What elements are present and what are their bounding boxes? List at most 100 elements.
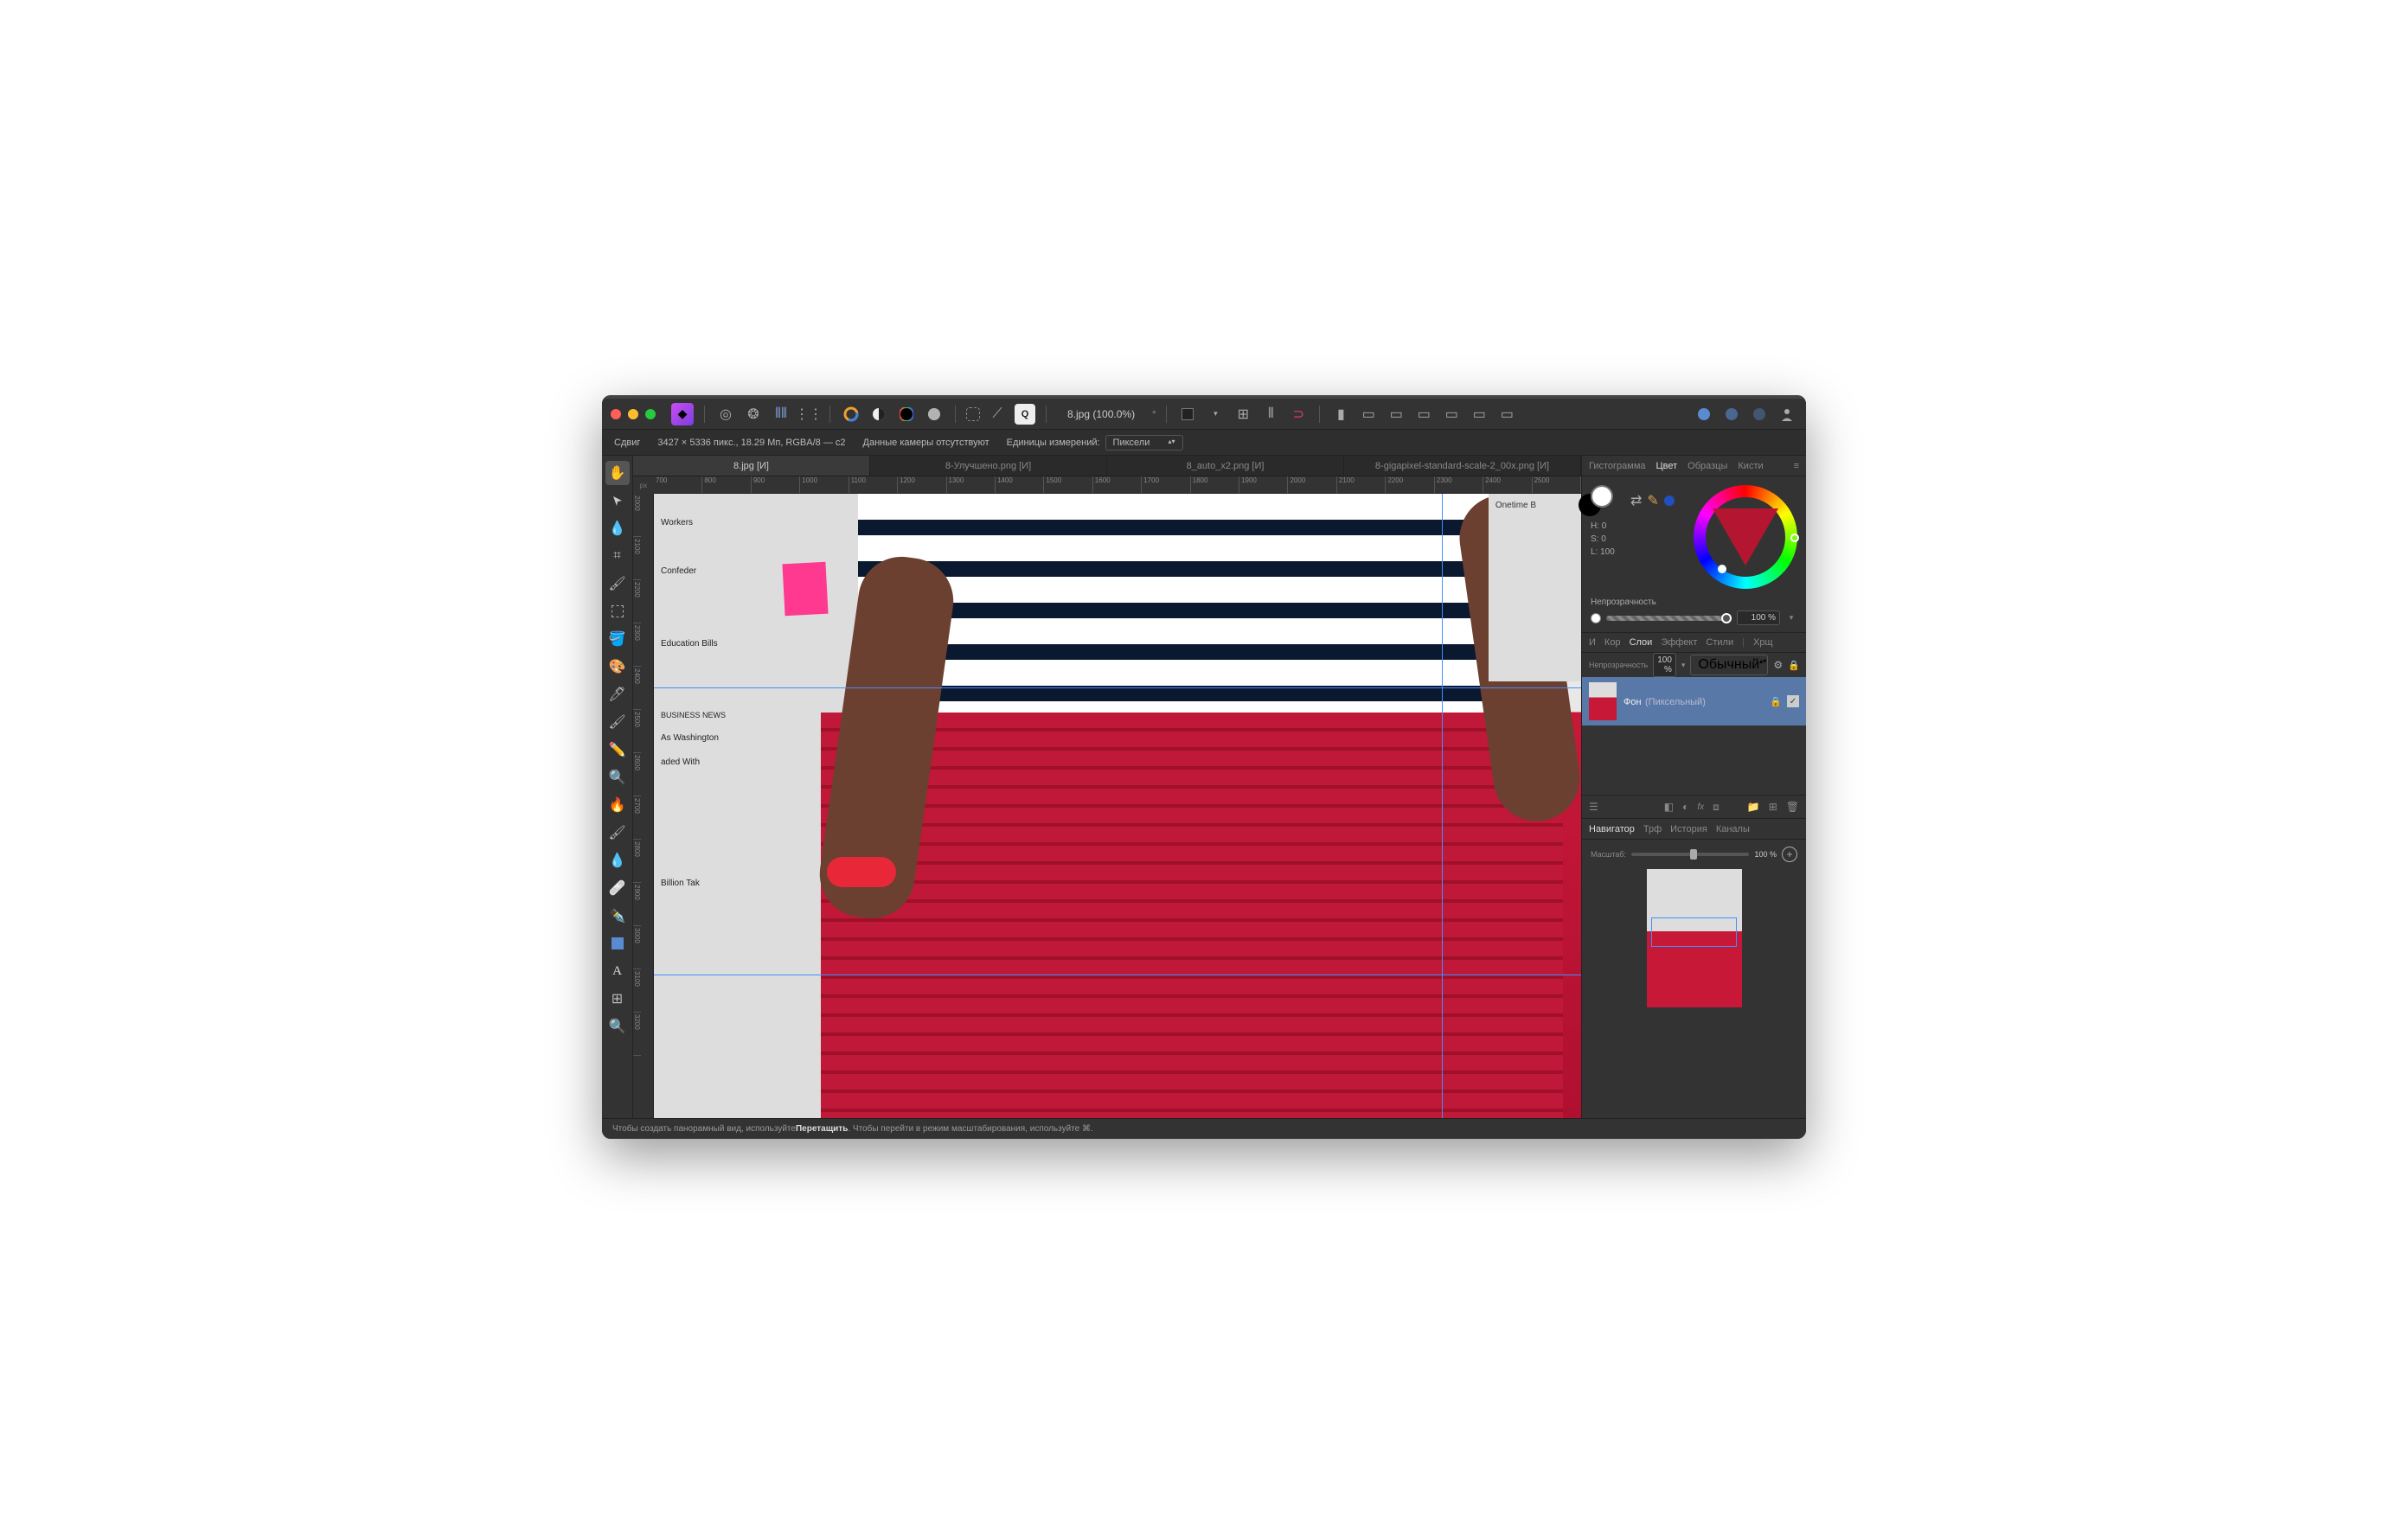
navigator-thumbnail[interactable]: [1647, 869, 1742, 1007]
color-picker-tool[interactable]: 💧: [605, 516, 630, 540]
tab-histogram[interactable]: Гистограмма: [1589, 461, 1646, 471]
tab-color[interactable]: Цвет: [1656, 461, 1678, 471]
tab-channels[interactable]: Каналы: [1716, 824, 1750, 834]
tab-styles[interactable]: Стили: [1706, 637, 1733, 648]
tab-brushes[interactable]: Кисти: [1738, 461, 1763, 471]
doc-tab-1[interactable]: 8-Улучшено.png [И]: [870, 456, 1107, 476]
folder-icon[interactable]: 📁: [1747, 801, 1760, 813]
layer-visible-checkbox[interactable]: ✓: [1787, 695, 1799, 707]
arrange-6-icon[interactable]: ▭: [1496, 404, 1517, 425]
add-layer-icon[interactable]: ⊞: [1769, 801, 1777, 813]
arrange-3-icon[interactable]: ▭: [1413, 404, 1434, 425]
crop-layer-icon[interactable]: ⧈: [1713, 801, 1720, 814]
layer-opacity-value[interactable]: 100 %: [1653, 653, 1676, 677]
tab-cor[interactable]: Кор: [1604, 637, 1621, 648]
persona-liquify-icon[interactable]: ❂: [743, 404, 764, 425]
arrange-4-icon[interactable]: ▭: [1441, 404, 1462, 425]
swap-colors-icon[interactable]: ⇄: [1630, 492, 1642, 509]
selection-marquee-icon[interactable]: [966, 407, 980, 421]
hand-tool[interactable]: ✋: [605, 461, 630, 485]
persona-develop-icon[interactable]: ⦀⦀: [771, 404, 791, 425]
account-icon[interactable]: [1777, 404, 1797, 425]
adjustment-color-icon[interactable]: [896, 404, 917, 425]
minimize-window[interactable]: [628, 409, 638, 419]
assist-2-icon[interactable]: [1721, 404, 1742, 425]
ruler-horizontal[interactable]: 7008009001000110012001300140015001600170…: [654, 476, 1581, 494]
delete-layer-icon[interactable]: 🗑: [1786, 801, 1799, 813]
ruler-unit[interactable]: px: [633, 476, 654, 494]
ruler-vertical[interactable]: 2000210022002300240025002600270028002900…: [633, 494, 654, 1118]
opacity-value[interactable]: 100 %: [1737, 610, 1780, 625]
layer-group-icon[interactable]: ☰: [1589, 801, 1598, 813]
arrange-1-icon[interactable]: ▭: [1358, 404, 1379, 425]
guides-icon[interactable]: ⫴: [1260, 404, 1281, 425]
tab-effects[interactable]: Эффект: [1661, 637, 1697, 648]
text-tool[interactable]: A: [605, 959, 630, 983]
gradient-tool[interactable]: 🎨: [605, 655, 630, 679]
crop-tool[interactable]: ⌗: [605, 544, 630, 568]
adjustment-bw-icon[interactable]: [868, 404, 889, 425]
eyedropper-icon[interactable]: ✎: [1647, 492, 1658, 509]
arrange-5-icon[interactable]: ▭: [1469, 404, 1489, 425]
shape-tool[interactable]: [605, 931, 630, 956]
selection-tool[interactable]: [605, 599, 630, 623]
tab-swatches[interactable]: Образцы: [1688, 461, 1727, 471]
assist-1-icon[interactable]: [1694, 404, 1714, 425]
adjust-icon[interactable]: ◐: [1682, 801, 1688, 813]
tab-navigator[interactable]: Навигатор: [1589, 824, 1635, 834]
clone-tool[interactable]: 🔍: [605, 765, 630, 789]
dodge-tool[interactable]: 🔥: [605, 793, 630, 817]
blend-mode-select[interactable]: Обычный▴▾: [1690, 655, 1768, 675]
brush-tool[interactable]: 🖌: [605, 572, 630, 596]
canvas[interactable]: WorkersConfederEducation BillsBUSINESS N…: [654, 494, 1581, 1118]
tab-i[interactable]: И: [1589, 637, 1596, 648]
doc-tab-0[interactable]: 8.jpg [И]: [633, 456, 870, 476]
fg-color-swatch[interactable]: [1591, 485, 1613, 508]
eraser-tool[interactable]: ✏️: [605, 738, 630, 762]
pen-tool[interactable]: ✒️: [605, 904, 630, 928]
close-window[interactable]: [611, 409, 621, 419]
panel-menu-icon[interactable]: ≡: [1794, 461, 1799, 471]
mask-icon[interactable]: ◧: [1664, 801, 1674, 813]
view-bg-icon[interactable]: [1177, 404, 1198, 425]
tab-layers[interactable]: Слои: [1630, 637, 1653, 648]
color-wheel[interactable]: [1694, 485, 1797, 589]
zoom-tool[interactable]: 🔍: [605, 1014, 630, 1039]
adjustment-soft-icon[interactable]: [924, 404, 945, 425]
pencil-tool[interactable]: 🖊: [605, 682, 630, 706]
healing-tool[interactable]: 🩹: [605, 876, 630, 900]
move-tool[interactable]: [605, 489, 630, 513]
layer-row[interactable]: Фон (Пиксельный) 🔒 ✓: [1582, 677, 1806, 725]
recent-color[interactable]: [1664, 495, 1675, 506]
opacity-dd[interactable]: ▾: [1785, 613, 1797, 623]
tab-transform[interactable]: Трф: [1643, 824, 1662, 834]
maximize-window[interactable]: [645, 409, 656, 419]
doc-tab-2[interactable]: 8_auto_x2.png [И]: [1107, 456, 1344, 476]
layer-settings-icon[interactable]: ⚙: [1773, 659, 1783, 671]
nav-zoom-slider[interactable]: [1631, 853, 1749, 856]
assist-3-icon[interactable]: [1749, 404, 1770, 425]
sponge-tool[interactable]: 🖌: [605, 821, 630, 845]
doc-tab-3[interactable]: 8-gigapixel-standard-scale-2_00x.png [И]: [1344, 456, 1581, 476]
view-bg-dd[interactable]: ▾: [1205, 404, 1226, 425]
zoom-in-icon[interactable]: +: [1782, 847, 1797, 862]
persona-photo-icon[interactable]: ◎: [715, 404, 736, 425]
tab-hrsh[interactable]: Хрщ: [1753, 637, 1773, 648]
arrange-back-icon[interactable]: ▮: [1330, 404, 1351, 425]
blur-tool[interactable]: 💧: [605, 848, 630, 872]
selection-refine-icon[interactable]: ⟋: [987, 404, 1008, 425]
mesh-tool[interactable]: ⊞: [605, 987, 630, 1011]
arrange-2-icon[interactable]: ▭: [1386, 404, 1406, 425]
fx-icon[interactable]: fx: [1697, 802, 1704, 812]
flood-tool[interactable]: 🪣: [605, 627, 630, 651]
smudge-tool[interactable]: 🖌: [605, 710, 630, 734]
tab-history[interactable]: История: [1670, 824, 1707, 834]
layer-lock-badge[interactable]: 🔒: [1770, 696, 1782, 707]
grid-icon[interactable]: ⊞: [1233, 404, 1253, 425]
persona-tone-icon[interactable]: ⋮⋮: [798, 404, 819, 425]
layer-lock-icon[interactable]: 🔒: [1788, 660, 1800, 671]
adjustment-hsv-icon[interactable]: [841, 404, 861, 425]
quick-mask-icon[interactable]: Q: [1015, 404, 1035, 425]
snap-icon[interactable]: ⊃: [1288, 404, 1309, 425]
opacity-slider[interactable]: [1606, 616, 1732, 621]
